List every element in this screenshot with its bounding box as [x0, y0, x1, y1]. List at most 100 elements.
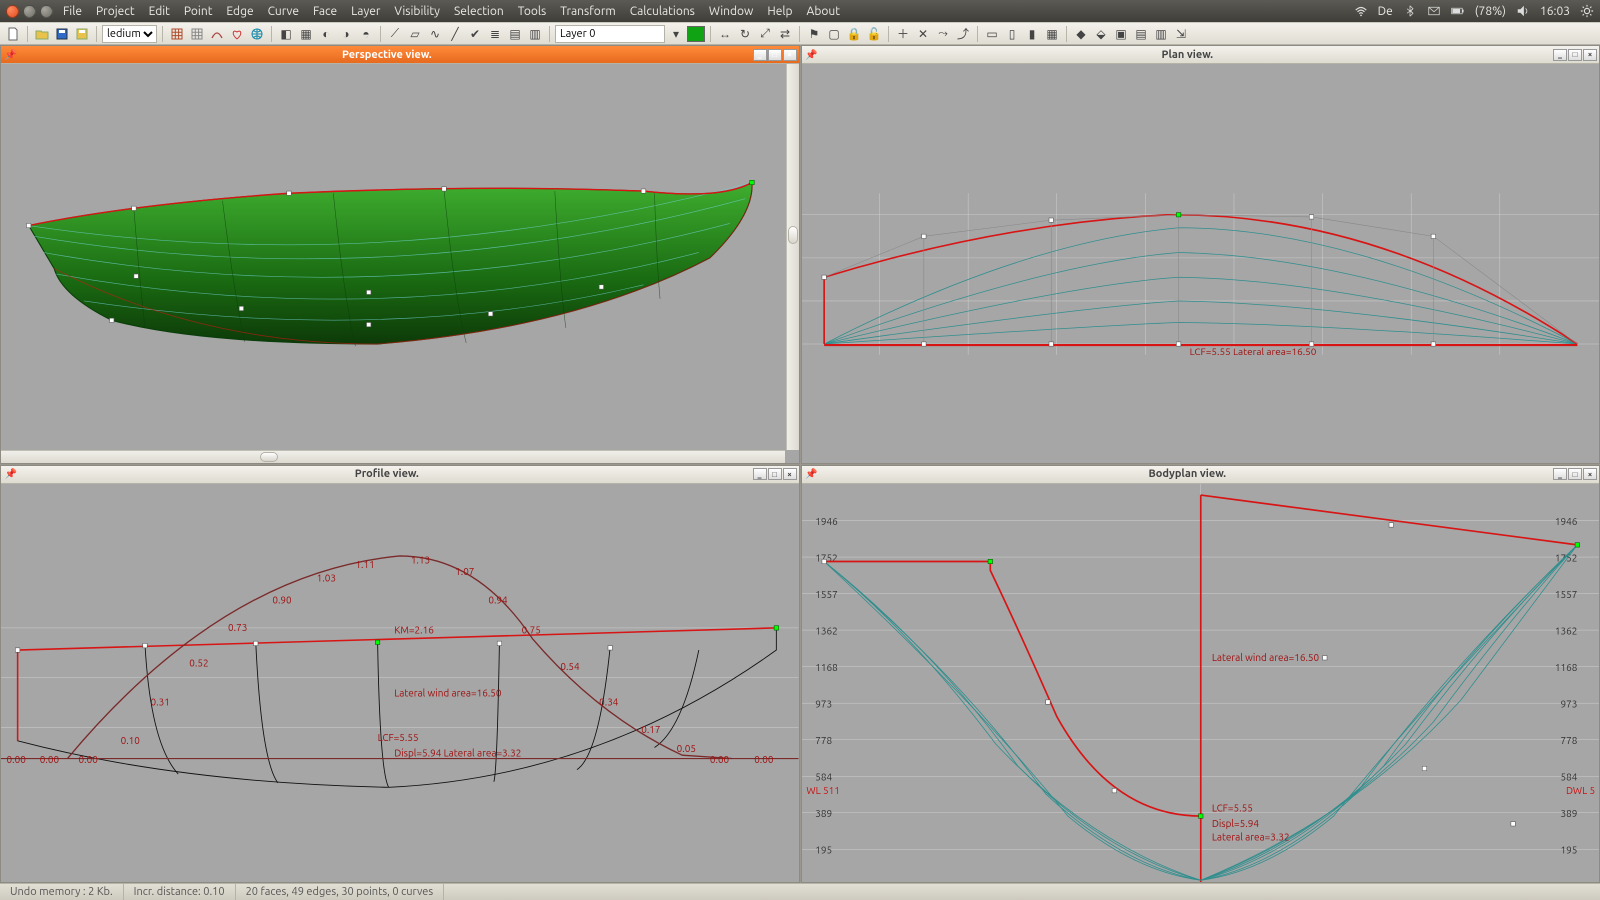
menu-curve[interactable]: Curve	[268, 5, 299, 18]
plan-viewport[interactable]: LCF=5.55 Lateral area=16.50	[802, 64, 1600, 463]
battery-icon[interactable]	[1451, 4, 1465, 18]
profile-viewport[interactable]: 0.10 0.31 0.52 0.73 0.90 1.03 1.11 1.13 …	[1, 484, 799, 883]
perspective-titlebar[interactable]: 📌 Perspective view. _ □ ×	[1, 46, 799, 64]
panel-maximize-button[interactable]: □	[768, 468, 782, 480]
menu-window[interactable]: Window	[709, 5, 753, 18]
scrollbar-h[interactable]	[1, 450, 785, 463]
pin-icon[interactable]: 📌	[3, 466, 19, 482]
curve-tool-icon[interactable]	[208, 25, 226, 43]
export-icon[interactable]: ⇲	[1172, 25, 1190, 43]
hydro-icon[interactable]: ⬙	[1092, 25, 1110, 43]
split-icon[interactable]: ⤴	[954, 25, 972, 43]
perspective-viewport[interactable]	[1, 64, 799, 463]
bluetooth-icon[interactable]	[1403, 4, 1417, 18]
lock-icon[interactable]: 🔒	[845, 25, 863, 43]
save-icon[interactable]	[53, 25, 71, 43]
unlock-icon[interactable]: 🔓	[865, 25, 883, 43]
mirror-icon[interactable]: ⇄	[776, 25, 794, 43]
shaded-icon[interactable]: ◐	[317, 25, 335, 43]
grid-icon[interactable]	[168, 25, 186, 43]
volume-icon[interactable]	[1516, 4, 1530, 18]
scrollbar-v[interactable]	[786, 64, 799, 450]
scale-icon[interactable]: ⤢	[756, 25, 774, 43]
pin-icon[interactable]: 📌	[804, 466, 820, 482]
join-icon[interactable]: ⤳	[934, 25, 952, 43]
menu-selection[interactable]: Selection	[454, 5, 504, 18]
line-tool-icon[interactable]: ╱	[446, 25, 464, 43]
layer-color-swatch[interactable]	[687, 26, 705, 42]
window-maximize-button[interactable]	[40, 5, 53, 18]
pin-icon[interactable]: 📌	[3, 47, 19, 63]
panel-maximize-button[interactable]: □	[1568, 49, 1582, 61]
panel-maximize-button[interactable]: □	[1568, 468, 1582, 480]
zebra-icon[interactable]: ◓	[357, 25, 375, 43]
pin-icon[interactable]: 📌	[804, 47, 820, 63]
views-2v-icon[interactable]: ▮	[1023, 25, 1041, 43]
wire-grid-icon[interactable]	[188, 25, 206, 43]
new-file-icon[interactable]	[4, 25, 22, 43]
globe-icon[interactable]	[248, 25, 266, 43]
face-tool-icon[interactable]: ▱	[406, 25, 424, 43]
views-4-icon[interactable]: ▦	[1043, 25, 1061, 43]
cube-icon[interactable]: ◧	[277, 25, 295, 43]
menu-project[interactable]: Project	[96, 5, 135, 18]
palette-icon[interactable]: ▥	[526, 25, 544, 43]
check-tool-icon[interactable]: ✔	[466, 25, 484, 43]
menu-face[interactable]: Face	[313, 5, 337, 18]
panel-minimize-button[interactable]: _	[1553, 468, 1567, 480]
menu-edge[interactable]: Edge	[226, 5, 253, 18]
diamond-icon[interactable]: ◆	[1072, 25, 1090, 43]
panel-minimize-button[interactable]: _	[753, 49, 767, 61]
edge-tool-icon[interactable]: ⟋	[386, 25, 404, 43]
window-close-button[interactable]	[6, 5, 19, 18]
mail-icon[interactable]	[1427, 4, 1441, 18]
keyboard-language[interactable]: De	[1378, 5, 1393, 18]
bodyplan-titlebar[interactable]: 📌 Bodyplan view. _□×	[802, 466, 1600, 484]
color-grid-icon[interactable]: ▤	[506, 25, 524, 43]
del-point-icon[interactable]: ✕	[914, 25, 932, 43]
wifi-icon[interactable]	[1354, 4, 1368, 18]
menu-help[interactable]: Help	[767, 5, 792, 18]
menu-about[interactable]: About	[807, 5, 840, 18]
window-minimize-button[interactable]	[23, 5, 36, 18]
menu-point[interactable]: Point	[184, 5, 213, 18]
layer-dropdown-icon[interactable]: ▾	[667, 25, 685, 43]
open-folder-icon[interactable]	[33, 25, 51, 43]
panel-close-button[interactable]: ×	[1583, 49, 1597, 61]
marker-icon[interactable]: ⚑	[805, 25, 823, 43]
box-icon[interactable]: ▢	[825, 25, 843, 43]
panel-minimize-button[interactable]: _	[753, 468, 767, 480]
spline-tool-icon[interactable]: ∿	[426, 25, 444, 43]
section-icon[interactable]: ▣	[1112, 25, 1130, 43]
clock[interactable]: 16:03	[1540, 5, 1570, 18]
panel-close-button[interactable]: ×	[783, 49, 797, 61]
menu-layer[interactable]: Layer	[351, 5, 380, 18]
save-as-icon[interactable]	[73, 25, 91, 43]
calc-icon[interactable]: ▤	[1132, 25, 1150, 43]
menu-tools[interactable]: Tools	[518, 5, 547, 18]
profile-titlebar[interactable]: 📌 Profile view. _□×	[1, 466, 799, 484]
menu-calculations[interactable]: Calculations	[630, 5, 695, 18]
menu-transform[interactable]: Transform	[560, 5, 616, 18]
views-1-icon[interactable]: ▭	[983, 25, 1001, 43]
settings-gear-icon[interactable]	[1580, 4, 1594, 18]
bodyplan-viewport[interactable]: 195195 389389 584584 778778 973973 11681…	[802, 484, 1600, 883]
views-2h-icon[interactable]: ▯	[1003, 25, 1021, 43]
rotate-icon[interactable]: ↻	[736, 25, 754, 43]
layer-select[interactable]	[555, 25, 665, 43]
painted-icon[interactable]: ◑	[337, 25, 355, 43]
plan-titlebar[interactable]: 📌 Plan view. _□×	[802, 46, 1600, 64]
precision-select[interactable]: ledium	[102, 25, 157, 43]
menu-file[interactable]: File	[63, 5, 82, 18]
heart-icon[interactable]	[228, 25, 246, 43]
report-icon[interactable]: ▥	[1152, 25, 1170, 43]
panel-close-button[interactable]: ×	[783, 468, 797, 480]
layers-icon[interactable]: ≣	[486, 25, 504, 43]
mesh-icon[interactable]: ▦	[297, 25, 315, 43]
panel-close-button[interactable]: ×	[1583, 468, 1597, 480]
menu-visibility[interactable]: Visibility	[394, 5, 440, 18]
panel-maximize-button[interactable]: □	[768, 49, 782, 61]
add-point-icon[interactable]: ＋	[894, 25, 912, 43]
move-icon[interactable]: ↔	[716, 25, 734, 43]
menu-edit[interactable]: Edit	[149, 5, 170, 18]
